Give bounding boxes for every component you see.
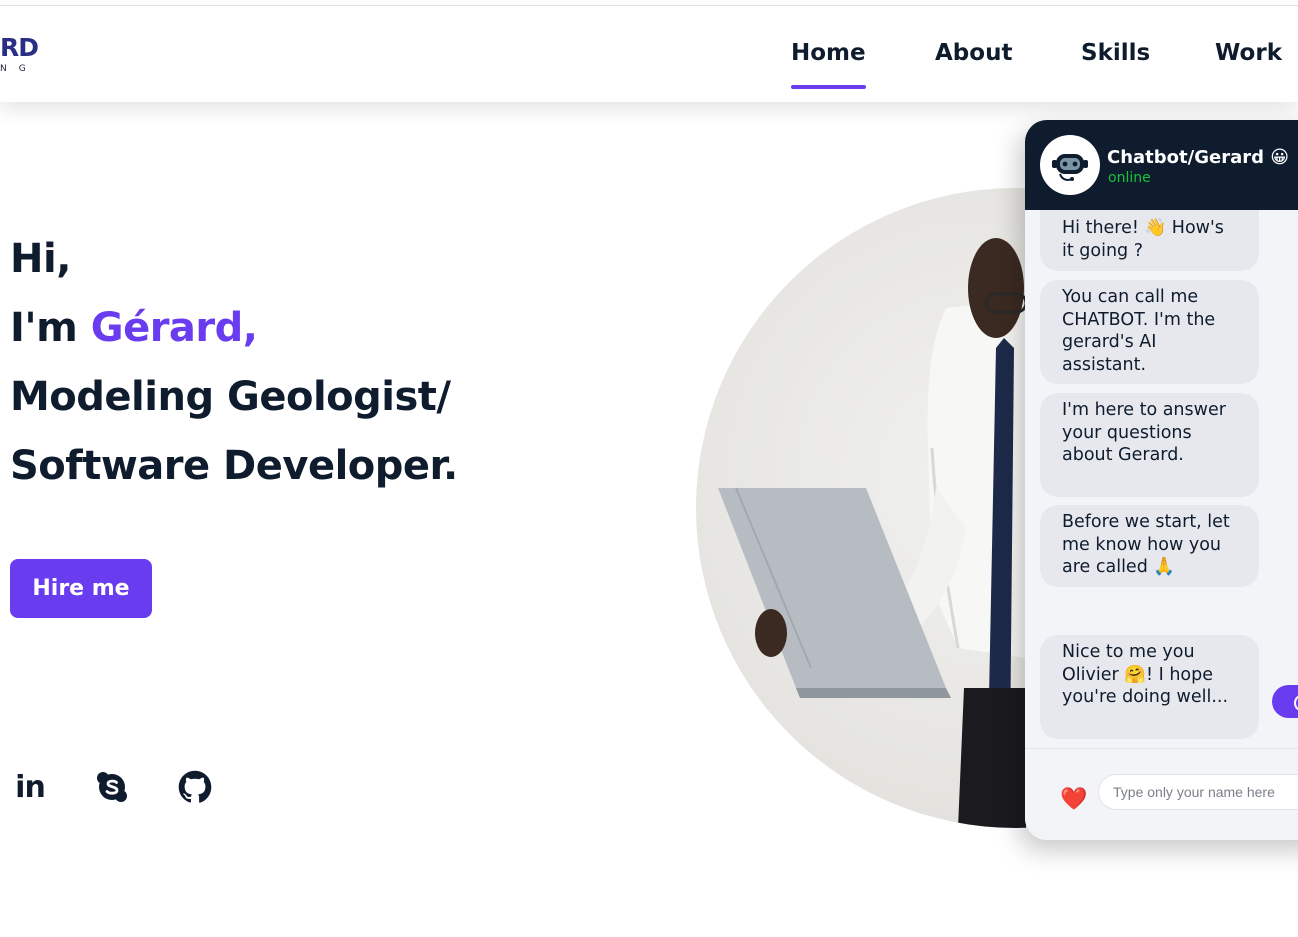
github-icon[interactable]	[177, 768, 213, 806]
skype-icon[interactable]	[94, 768, 130, 806]
hero-role-2: Software Developer.	[10, 443, 458, 489]
chatbot-title: Chatbot/Gerard 😀	[1107, 147, 1290, 168]
heart-icon[interactable]: ❤️	[1060, 787, 1087, 812]
chat-message: I'm here to answer your questions about …	[1040, 393, 1259, 497]
chat-footer: ❤️	[1025, 748, 1298, 840]
linkedin-icon[interactable]: in	[12, 768, 48, 806]
chat-messages: Hi there! 👋 How's it going ? You can cal…	[1025, 210, 1298, 750]
main-nav: Home About Skills Work	[0, 40, 1298, 89]
nav-skills[interactable]: Skills	[1081, 40, 1150, 66]
hero-intro: I'm Gérard,	[10, 294, 458, 363]
chat-message: Hi there! 👋 How's it going ?	[1040, 210, 1259, 271]
hero-greeting: Hi,	[10, 236, 71, 282]
hire-me-button[interactable]: Hire me	[10, 559, 152, 618]
hero-role-1: Modeling Geologist/	[10, 374, 451, 420]
chat-message: Before we start, let me know how you are…	[1040, 505, 1259, 587]
user-message-bubble	[1272, 685, 1298, 718]
robot-avatar-icon	[1040, 135, 1100, 195]
hero-name: Gérard,	[90, 305, 258, 351]
site-header: RD NG Home About Skills Work	[0, 6, 1298, 102]
chatbot-status: online	[1108, 170, 1151, 186]
chatbot-widget: Chatbot/Gerard 😀 online Hi there! 👋 How'…	[1025, 120, 1298, 840]
hero-heading: Hi, I'm Gérard, Modeling Geologist/ Soft…	[10, 225, 458, 501]
nav-home[interactable]: Home	[791, 40, 866, 89]
hero-intro-prefix: I'm	[10, 305, 91, 351]
chat-message: You can call me CHATBOT. I'm the gerard'…	[1040, 280, 1259, 384]
chat-name-input[interactable]	[1098, 774, 1298, 810]
chat-message: Nice to me you Olivier 🤗! I hope you're …	[1040, 635, 1259, 739]
nav-about[interactable]: About	[935, 40, 1012, 66]
nav-work[interactable]: Work	[1215, 40, 1282, 66]
chatbot-header: Chatbot/Gerard 😀 online	[1025, 120, 1298, 210]
